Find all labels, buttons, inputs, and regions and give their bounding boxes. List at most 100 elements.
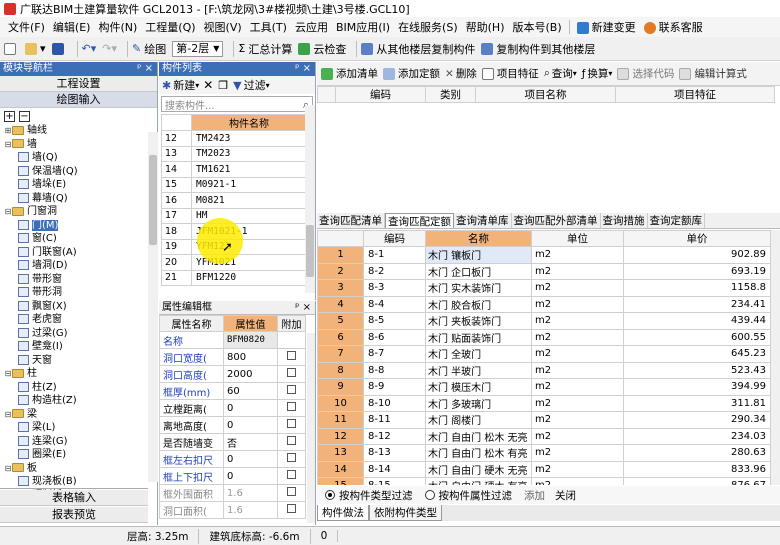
- new-file-button[interactable]: [4, 42, 19, 55]
- quota-row[interactable]: 10 8-10 木门 多玻璃门 m2 311.81: [317, 394, 771, 412]
- select-code-button[interactable]: 选择代码: [617, 66, 674, 81]
- quota-row[interactable]: 14 8-14 木门 自由门 硬木 无亮 m2 833.96: [317, 460, 771, 478]
- menu-file[interactable]: 文件(F): [4, 19, 49, 35]
- component-row[interactable]: 17 HM: [161, 207, 307, 224]
- tree-item[interactable]: 墙洞(D): [0, 259, 150, 273]
- attach-checkbox[interactable]: [287, 504, 296, 513]
- contact-support-button[interactable]: 联系客服: [640, 19, 707, 35]
- expand-all-icon[interactable]: +: [4, 110, 15, 122]
- tree-item[interactable]: ⊟ 柱: [0, 367, 150, 381]
- quota-row[interactable]: 13 8-13 木门 自由门 松木 有亮 m2 280.63: [317, 444, 771, 462]
- open-file-button[interactable]: ▾: [25, 42, 46, 55]
- component-row[interactable]: 16 M0821: [161, 192, 307, 209]
- drawing-input-button[interactable]: 绘图输入: [0, 92, 157, 108]
- property-row[interactable]: 洞口高度(2000: [159, 365, 306, 383]
- add-bill-button[interactable]: 添加清单: [321, 66, 378, 81]
- tree-item[interactable]: 飘窗(X): [0, 300, 150, 314]
- sum-calc-button[interactable]: Σ 汇总计算: [238, 41, 292, 57]
- property-scrollbar[interactable]: [307, 333, 315, 523]
- tab-attached-component-type[interactable]: 依附构件类型: [369, 505, 442, 521]
- quota-scrollbar[interactable]: [771, 230, 780, 485]
- convert-button[interactable]: ƒ 换算 ▾: [582, 66, 613, 81]
- component-row[interactable]: 13 TM2023: [161, 145, 307, 162]
- tab-match-bill[interactable]: 查询匹配清单: [317, 213, 385, 228]
- tree-toggle-icon[interactable]: ⊟: [4, 205, 12, 219]
- quota-row[interactable]: 11 8-11 木门 阁楼门 m2 290.34: [317, 411, 771, 429]
- new-component-button[interactable]: ✱ 新建 ▾: [162, 77, 199, 93]
- menu-bim[interactable]: BIM应用(I): [332, 19, 394, 35]
- item-feature-button[interactable]: 项目特征: [481, 66, 539, 81]
- property-row[interactable]: 框左右扣尺 0: [159, 450, 306, 468]
- attach-checkbox[interactable]: [287, 436, 296, 445]
- tab-measures[interactable]: 查询措施: [601, 213, 648, 228]
- pin-close-icon[interactable]: ᵖ ×: [295, 301, 311, 314]
- menu-tools[interactable]: 工具(T): [246, 19, 291, 35]
- quota-row[interactable]: 2 8-2 木门 企口板门 m2 693.19: [317, 262, 771, 280]
- tree-item[interactable]: 过梁(G): [0, 327, 150, 341]
- property-value[interactable]: 1.6: [223, 501, 278, 519]
- tree-toggle-icon[interactable]: ⊞: [4, 124, 12, 138]
- tree-toggle-icon[interactable]: ⊟: [4, 462, 12, 476]
- delete-row-button[interactable]: ✕ 删除: [445, 66, 477, 81]
- quota-row[interactable]: 3 8-3 木门 实木装饰门 m2 1158.8: [317, 279, 771, 297]
- tree-item[interactable]: 构造柱(Z): [0, 394, 150, 408]
- copy-to-floor-button[interactable]: 复制构件到其他楼层: [481, 41, 595, 57]
- tree-item[interactable]: 保温墙(Q): [0, 165, 150, 179]
- tab-bill-library[interactable]: 查询清单库: [454, 213, 512, 228]
- tab-component-method[interactable]: 构件做法: [317, 505, 369, 521]
- tab-match-quota[interactable]: 查询匹配定额: [385, 213, 454, 228]
- undo-button[interactable]: ↶▾: [82, 42, 97, 55]
- property-row[interactable]: 框厚(mm) 60: [159, 382, 306, 400]
- tree-item[interactable]: 梁(L): [0, 421, 150, 435]
- component-row[interactable]: 12 TM2423: [161, 130, 307, 147]
- edit-formula-button[interactable]: 编辑计算式: [679, 66, 747, 81]
- tree-item[interactable]: 窗(C): [0, 232, 150, 246]
- tree-item[interactable]: 柱(Z): [0, 381, 150, 395]
- property-value[interactable]: 1.6: [223, 484, 278, 502]
- menu-quantity[interactable]: 工程量(Q): [141, 19, 199, 35]
- property-value[interactable]: 0: [223, 467, 278, 485]
- new-change-button[interactable]: 新建变更: [573, 19, 640, 35]
- copy-from-floor-button[interactable]: 从其他楼层复制构件: [361, 41, 475, 57]
- quota-row[interactable]: 9 8-9 木门 模压木门 m2 394.99: [317, 378, 771, 396]
- attach-checkbox[interactable]: [287, 470, 296, 479]
- tree-item[interactable]: 带形洞: [0, 286, 150, 300]
- component-row[interactable]: 15 M0921-1: [161, 176, 307, 193]
- save-button[interactable]: [51, 42, 67, 55]
- tree-item[interactable]: ⊞ 轴线: [0, 124, 150, 138]
- redo-button[interactable]: ↷▾: [102, 42, 117, 55]
- property-row[interactable]: 是否随墙变否: [159, 433, 306, 451]
- property-value[interactable]: 0: [223, 416, 278, 434]
- tab-external-bill[interactable]: 查询匹配外部清单: [512, 213, 601, 228]
- tree-item[interactable]: 带形窗: [0, 273, 150, 287]
- quota-row[interactable]: 5 8-5 木门 夹板装饰门 m2 439.44: [317, 312, 771, 330]
- property-row[interactable]: 框上下扣尺 0: [159, 467, 306, 485]
- copy-component-icon[interactable]: ❐: [218, 79, 228, 92]
- tree-item[interactable]: 墙(Q): [0, 151, 150, 165]
- filter-by-type-radio[interactable]: 按构件类型过滤: [325, 488, 413, 503]
- nav-scrollbar-thumb[interactable]: [149, 155, 157, 245]
- component-search-input[interactable]: 搜索构件...⌕: [161, 96, 313, 112]
- property-value[interactable]: 60: [223, 382, 278, 400]
- draw-button[interactable]: ✎ 绘图: [132, 41, 166, 57]
- component-row[interactable]: 21 BFM1220: [161, 269, 307, 286]
- component-row[interactable]: 14 TM1621: [161, 161, 307, 178]
- close-button[interactable]: 关闭: [555, 488, 576, 503]
- property-row[interactable]: 洞口面积(1.6: [159, 501, 306, 519]
- attach-checkbox[interactable]: [287, 368, 296, 377]
- tree-item[interactable]: 幕墙(Q): [0, 192, 150, 206]
- property-row[interactable]: 框外围面积 1.6: [159, 484, 306, 502]
- attach-checkbox[interactable]: [287, 453, 296, 462]
- property-value[interactable]: 否: [223, 433, 278, 451]
- tree-item[interactable]: 连梁(G): [0, 435, 150, 449]
- filter-button[interactable]: ▼ 过滤 ▾: [233, 77, 269, 93]
- property-row[interactable]: 离地高度(0: [159, 416, 306, 434]
- table-input-button[interactable]: 表格输入: [0, 490, 148, 506]
- quota-row[interactable]: 7 8-7 木门 全玻门 m2 645.23: [317, 345, 771, 363]
- tree-item[interactable]: 门(M): [0, 219, 150, 233]
- component-list-scrollbar-thumb[interactable]: [306, 225, 314, 277]
- quota-row[interactable]: 6 8-6 木门 贴面装饰门 m2 600.55: [317, 328, 771, 346]
- property-value[interactable]: BFM0820: [223, 331, 278, 349]
- tree-item[interactable]: ⊟ 门窗洞: [0, 205, 150, 219]
- attach-checkbox[interactable]: [287, 385, 296, 394]
